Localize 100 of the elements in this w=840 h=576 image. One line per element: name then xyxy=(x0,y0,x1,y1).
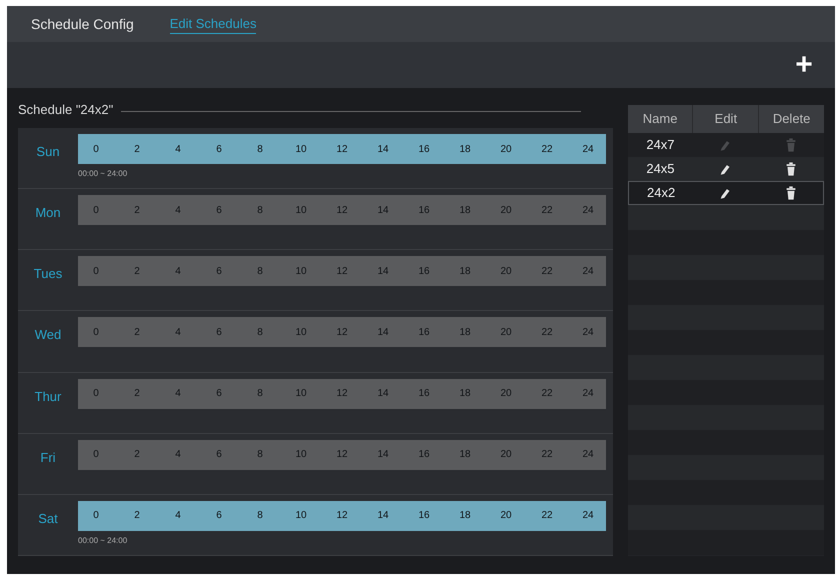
hour-label: 24 xyxy=(582,326,594,340)
hour-label: 10 xyxy=(295,326,307,340)
hour-label: 14 xyxy=(377,204,389,218)
hour-label: 24 xyxy=(582,142,594,156)
hour-label: 2 xyxy=(133,142,141,156)
timeline-bar[interactable]: 0 2 4 6 8 10 12 14 16 18 20 22 24 xyxy=(78,134,606,164)
hour-label: 20 xyxy=(500,204,512,218)
hour-label: 16 xyxy=(418,387,430,402)
hour-label: 6 xyxy=(215,509,223,524)
hour-label: 2 xyxy=(133,264,141,279)
hour-label: 8 xyxy=(256,509,264,524)
tab[interactable]: Edit Schedules xyxy=(170,14,256,34)
schedule-name: 24x2 xyxy=(646,184,676,202)
hour-label: 6 xyxy=(215,387,223,402)
hour-label: 10 xyxy=(295,509,307,524)
schedule-row[interactable]: 24x2 xyxy=(628,181,824,205)
hour-label: 18 xyxy=(459,326,471,340)
hour-label: 2 xyxy=(133,326,141,340)
hour-label: 10 xyxy=(295,387,307,402)
hour-label: 14 xyxy=(377,326,389,340)
hour-label: 16 xyxy=(418,509,430,524)
hour-label: 4 xyxy=(174,142,182,156)
hour-label: 24 xyxy=(582,387,594,402)
hour-label: 24 xyxy=(582,509,594,524)
schedule-title: Schedule "24x2" xyxy=(18,101,114,120)
hour-label: 4 xyxy=(174,204,182,218)
hour-label: 2 xyxy=(133,509,141,524)
hour-label: 8 xyxy=(256,264,264,279)
hour-label: 12 xyxy=(336,509,348,524)
hour-label: 14 xyxy=(377,142,389,156)
hour-label: 12 xyxy=(336,264,348,279)
hour-label: 22 xyxy=(541,142,553,156)
hour-label: 2 xyxy=(133,448,141,462)
day-label: Wed xyxy=(34,326,62,344)
delete-icon[interactable] xyxy=(784,185,798,201)
hour-label: 20 xyxy=(500,509,512,524)
add-button[interactable]: + xyxy=(789,50,819,80)
hour-label: 0 xyxy=(92,204,100,218)
hour-label: 22 xyxy=(541,509,553,524)
day-label: Sat xyxy=(37,510,59,528)
hour-label: 20 xyxy=(500,387,512,402)
hour-label: 24 xyxy=(582,264,594,279)
timeline-bar[interactable]: 0 2 4 6 8 10 12 14 16 18 20 22 24 xyxy=(78,500,606,531)
delete-icon[interactable] xyxy=(784,161,798,177)
time-range: 00:00 ~ 24:00 xyxy=(78,168,128,180)
hour-label: 8 xyxy=(256,326,264,340)
hour-label: 10 xyxy=(295,264,307,279)
hour-label: 2 xyxy=(133,387,141,402)
day-label: Tues xyxy=(32,265,64,284)
hour-label: 20 xyxy=(500,448,512,462)
hour-label: 22 xyxy=(541,326,553,340)
hour-label: 0 xyxy=(92,448,100,462)
hour-label: 14 xyxy=(377,387,389,402)
hour-label: 24 xyxy=(582,204,594,218)
hour-label: 12 xyxy=(336,387,348,402)
hour-label: 16 xyxy=(418,448,430,462)
hour-label: 16 xyxy=(418,264,430,279)
hour-label: 6 xyxy=(215,204,223,218)
tab[interactable]: Schedule Config xyxy=(31,14,134,34)
hour-label: 10 xyxy=(295,204,307,218)
schedule-name: 24x7 xyxy=(645,136,676,154)
hour-label: 22 xyxy=(541,448,553,462)
hour-label: 6 xyxy=(215,448,223,462)
hour-label: 10 xyxy=(295,448,307,462)
hour-label: 4 xyxy=(174,264,182,279)
schedule-row[interactable]: 24x5 xyxy=(628,157,824,181)
hour-label: 2 xyxy=(133,204,141,218)
hour-label: 16 xyxy=(418,326,430,340)
hour-label: 20 xyxy=(500,264,512,279)
hour-label: 8 xyxy=(256,448,264,462)
hour-label: 14 xyxy=(377,448,389,462)
hour-label: 0 xyxy=(92,387,100,402)
column-header: Name xyxy=(642,110,678,128)
schedule-name: 24x5 xyxy=(645,160,676,178)
hour-label: 16 xyxy=(418,204,430,218)
day-label: Sun xyxy=(35,143,61,161)
hour-label: 18 xyxy=(459,509,471,524)
hour-label: 20 xyxy=(500,142,512,156)
hour-label: 16 xyxy=(418,142,430,156)
hour-label: 18 xyxy=(459,264,471,279)
day-label: Fri xyxy=(39,448,57,467)
hour-label: 0 xyxy=(92,264,100,279)
hour-label: 6 xyxy=(215,326,223,340)
hour-label: 6 xyxy=(215,142,223,156)
hour-label: 12 xyxy=(336,204,348,218)
hour-label: 18 xyxy=(459,204,471,218)
hour-label: 22 xyxy=(541,387,553,402)
hour-label: 4 xyxy=(174,509,182,524)
hour-label: 18 xyxy=(459,142,471,156)
hour-label: 12 xyxy=(336,326,348,340)
hour-label: 0 xyxy=(92,509,100,524)
hour-label: 12 xyxy=(336,448,348,462)
hour-label: 14 xyxy=(377,264,389,279)
hour-label: 22 xyxy=(541,264,553,279)
hour-label: 18 xyxy=(459,448,471,462)
hour-label: 12 xyxy=(336,142,348,156)
time-range: 00:00 ~ 24:00 xyxy=(78,534,128,547)
hour-label: 20 xyxy=(500,326,512,340)
hour-label: 22 xyxy=(541,204,553,218)
day-label: Mon xyxy=(34,204,62,222)
